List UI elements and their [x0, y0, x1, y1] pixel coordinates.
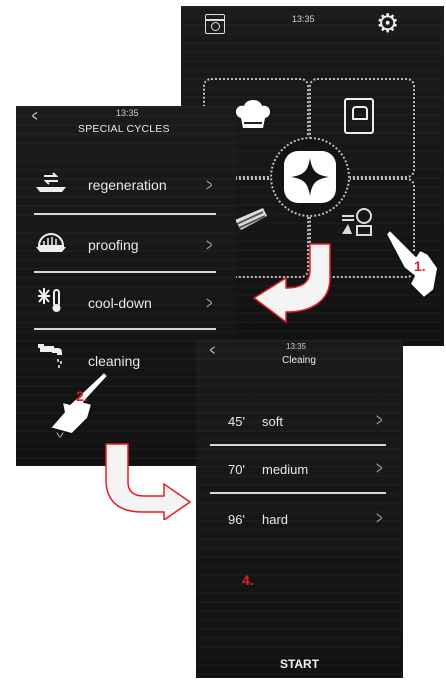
- chevron-right-icon: >: [206, 235, 213, 255]
- back-chevron-icon[interactable]: <: [210, 342, 215, 359]
- step-arrow-2: [105, 443, 192, 520]
- logo-icon: [284, 151, 336, 203]
- divider: [34, 213, 216, 215]
- option-label: medium: [262, 462, 309, 477]
- chef-hat-icon: [233, 98, 273, 132]
- option-label: hard: [262, 512, 289, 527]
- step-marker-2: 2.: [76, 388, 88, 404]
- hand-pointer-icon: [376, 228, 446, 300]
- clock: 13:35: [116, 108, 139, 118]
- list-item-proofing[interactable]: proofing >: [16, 226, 236, 270]
- proofing-icon: [34, 228, 68, 254]
- step-marker-4: 4.: [242, 572, 254, 588]
- list-item-label: cool-down: [88, 295, 152, 311]
- divider: [210, 444, 386, 446]
- option-duration: 70': [228, 462, 245, 477]
- gear-icon[interactable]: ⚙: [376, 8, 399, 39]
- option-row-hard[interactable]: 96' hard >: [196, 504, 403, 536]
- home-logo-button[interactable]: [270, 137, 350, 217]
- list-item-cool-down[interactable]: cool-down >: [16, 284, 236, 328]
- option-row-soft[interactable]: 45' soft >: [196, 406, 403, 438]
- calendar-icon[interactable]: [205, 14, 225, 34]
- divider: [34, 328, 216, 330]
- step-arrow-1: [252, 243, 331, 324]
- option-label: soft: [262, 414, 283, 429]
- list-item-label: regeneration: [88, 177, 167, 193]
- step-marker-1: 1.: [414, 258, 426, 274]
- list-item-regeneration[interactable]: regeneration >: [16, 168, 236, 212]
- list-item-label: proofing: [88, 237, 139, 253]
- start-button[interactable]: START: [196, 650, 403, 678]
- recipe-book-icon: [344, 98, 374, 134]
- special-cycles-icon: [339, 206, 375, 238]
- cake-icon: [233, 202, 269, 236]
- divider: [34, 271, 216, 273]
- start-button-label: START: [279, 657, 320, 671]
- option-duration: 45': [228, 414, 245, 429]
- option-row-medium[interactable]: 70' medium >: [196, 454, 403, 486]
- option-duration: 96': [228, 512, 245, 527]
- regeneration-icon: [34, 170, 68, 194]
- chevron-right-icon: >: [206, 175, 213, 195]
- chevron-right-icon: >: [376, 410, 383, 430]
- page-title: SPECIAL CYCLES: [78, 123, 170, 135]
- cool-down-icon: [36, 286, 66, 316]
- cleaning-screen: < 13:35 Cleaing 45' soft > 70' medium > …: [196, 340, 403, 678]
- page-title: Cleaing: [282, 355, 316, 366]
- chevron-right-icon: >: [376, 458, 383, 478]
- clock: 13:35: [292, 14, 315, 24]
- back-chevron-icon[interactable]: <: [32, 108, 38, 126]
- list-item-label: cleaning: [88, 353, 141, 369]
- chevron-right-icon: >: [206, 293, 213, 313]
- divider: [210, 492, 386, 494]
- clock: 13:35: [286, 342, 307, 351]
- chevron-right-icon: >: [376, 508, 383, 528]
